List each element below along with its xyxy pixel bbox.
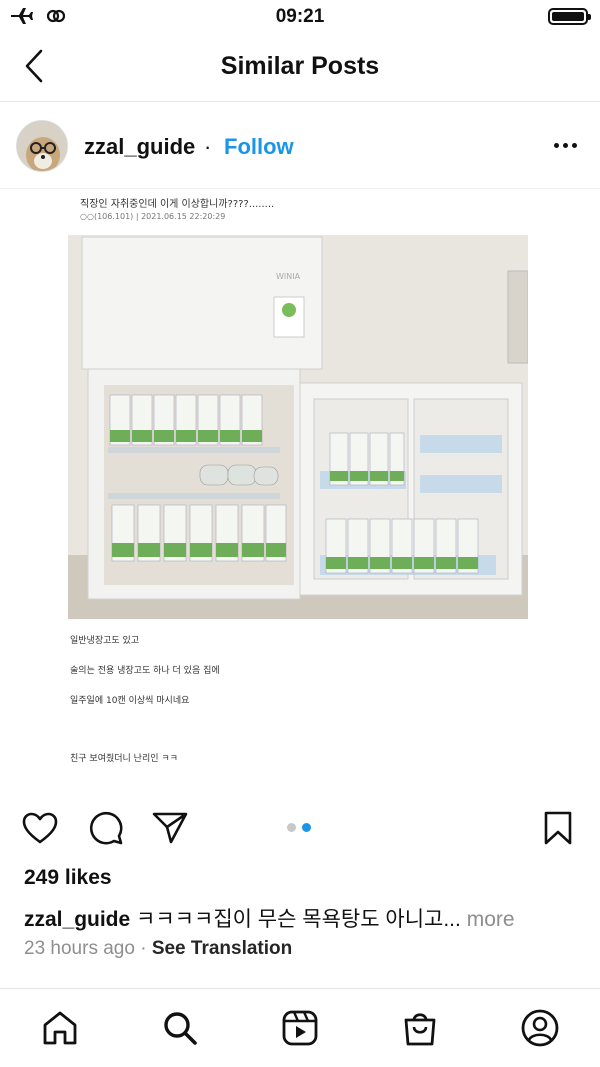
post-timestamp: 23 hours ago [24, 938, 135, 959]
image-line-2: 술의는 전용 냉장고도 하나 더 있음 집에 [70, 666, 220, 676]
profile-icon[interactable] [519, 1007, 561, 1049]
status-bar: 09:21 [0, 0, 600, 34]
carousel-dot [287, 823, 296, 832]
avatar[interactable] [16, 120, 68, 172]
likes-count[interactable]: 249 likes [24, 866, 112, 890]
post-caption: zzal_guide ㅋㅋㅋㅋ집이 무슨 목욕탕도 아니고... more [24, 903, 515, 933]
image-line-4: 친구 보여줬더니 난리인 ㅋㅋ [70, 754, 178, 764]
post-time-row: 23 hours ago · See Translation [24, 938, 292, 960]
status-time: 09:21 [275, 6, 325, 27]
reels-icon[interactable] [279, 1007, 321, 1049]
post-username[interactable]: zzal_guide [84, 134, 195, 160]
post-actions [0, 800, 600, 856]
home-icon[interactable] [39, 1007, 81, 1049]
caption-username[interactable]: zzal_guide [24, 908, 130, 931]
shop-icon[interactable] [399, 1007, 441, 1049]
caption-more-button[interactable]: more [467, 908, 515, 931]
image-post-meta: ○○(106.101) | 2021.06.15 22:20:29 [80, 212, 226, 221]
fridge-brand: WINIA [276, 272, 301, 281]
follow-button[interactable]: Follow [224, 134, 294, 160]
see-translation-link[interactable]: See Translation [152, 938, 292, 959]
image-post-title: 직장인 자취중인데 이게 이상합니까????........ [80, 199, 275, 210]
username-separator: · [204, 134, 212, 159]
more-options-icon[interactable] [550, 133, 580, 157]
post-header: zzal_guide · Follow [0, 103, 600, 189]
post-media[interactable]: 직장인 자취중인데 이게 이상합니까????........ ○○(106.10… [0, 189, 600, 785]
heart-icon[interactable] [20, 808, 60, 848]
caption-text: ㅋㅋㅋㅋ집이 무슨 목욕탕도 아니고... [136, 908, 461, 931]
share-icon[interactable] [150, 808, 190, 848]
image-line-3: 일주일에 10캔 이상씩 마시네요 [70, 696, 190, 706]
page-title: Similar Posts [220, 52, 380, 80]
image-line-1: 일반냉장고도 있고 [70, 636, 140, 646]
battery-icon [548, 8, 591, 25]
bottom-nav [0, 988, 600, 1067]
bookmark-icon[interactable] [538, 808, 578, 848]
fridge-photo: WINIA [68, 235, 528, 619]
comment-icon[interactable] [86, 808, 126, 848]
timestamp-separator: · [140, 938, 147, 959]
carousel-dot-active [302, 823, 311, 832]
top-header: Similar Posts [0, 34, 600, 102]
search-icon[interactable] [159, 1007, 201, 1049]
carousel-dots [287, 823, 311, 832]
